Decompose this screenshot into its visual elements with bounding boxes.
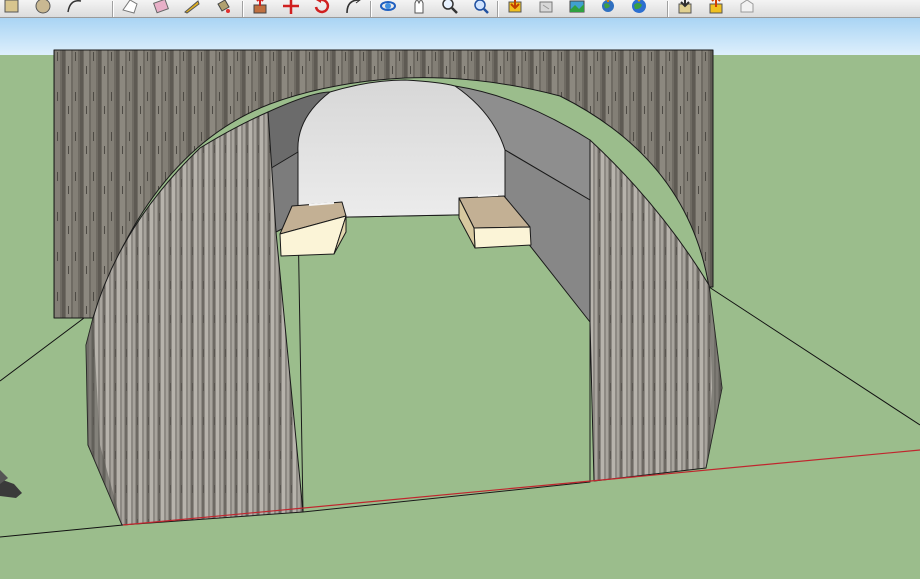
- drawing-viewport[interactable]: [0, 18, 920, 579]
- circle-icon[interactable]: [33, 0, 53, 16]
- tape-measure-icon[interactable]: [182, 0, 202, 16]
- toolbar-separator: [667, 1, 668, 17]
- toolbar-separator: [370, 1, 371, 17]
- import-icon[interactable]: [675, 0, 695, 16]
- zoom-icon[interactable]: [440, 0, 460, 16]
- paint-bucket-icon[interactable]: [213, 0, 233, 16]
- share-model-icon[interactable]: [536, 0, 556, 16]
- export-icon[interactable]: [706, 0, 726, 16]
- bed-right-pillow: [477, 194, 499, 197]
- arc-icon[interactable]: [64, 0, 84, 16]
- orbit-icon[interactable]: [378, 0, 398, 16]
- pan-icon[interactable]: [409, 0, 429, 16]
- rectangle-icon[interactable]: [2, 0, 22, 16]
- eraser-icon[interactable]: [151, 0, 171, 16]
- model-canvas[interactable]: [0, 18, 920, 579]
- bed-right-side: [473, 226, 532, 249]
- zoom-extents-icon[interactable]: [471, 0, 491, 16]
- toolbar-separator: [497, 1, 498, 17]
- push-pull-icon[interactable]: [250, 0, 270, 16]
- toolbar-separator: [112, 1, 113, 17]
- move-icon[interactable]: [281, 0, 301, 16]
- google-earth-icon[interactable]: [598, 0, 618, 16]
- earth-view-icon[interactable]: [629, 0, 649, 16]
- toolbar-separator: [242, 1, 243, 17]
- polygon-icon[interactable]: [120, 0, 140, 16]
- main-toolbar: [0, 0, 920, 18]
- get-models-icon[interactable]: [505, 0, 525, 16]
- component-icon[interactable]: [737, 0, 757, 16]
- follow-me-icon[interactable]: [343, 0, 363, 16]
- rotate-icon[interactable]: [312, 0, 332, 16]
- get-photo-texture-icon[interactable]: [567, 0, 587, 16]
